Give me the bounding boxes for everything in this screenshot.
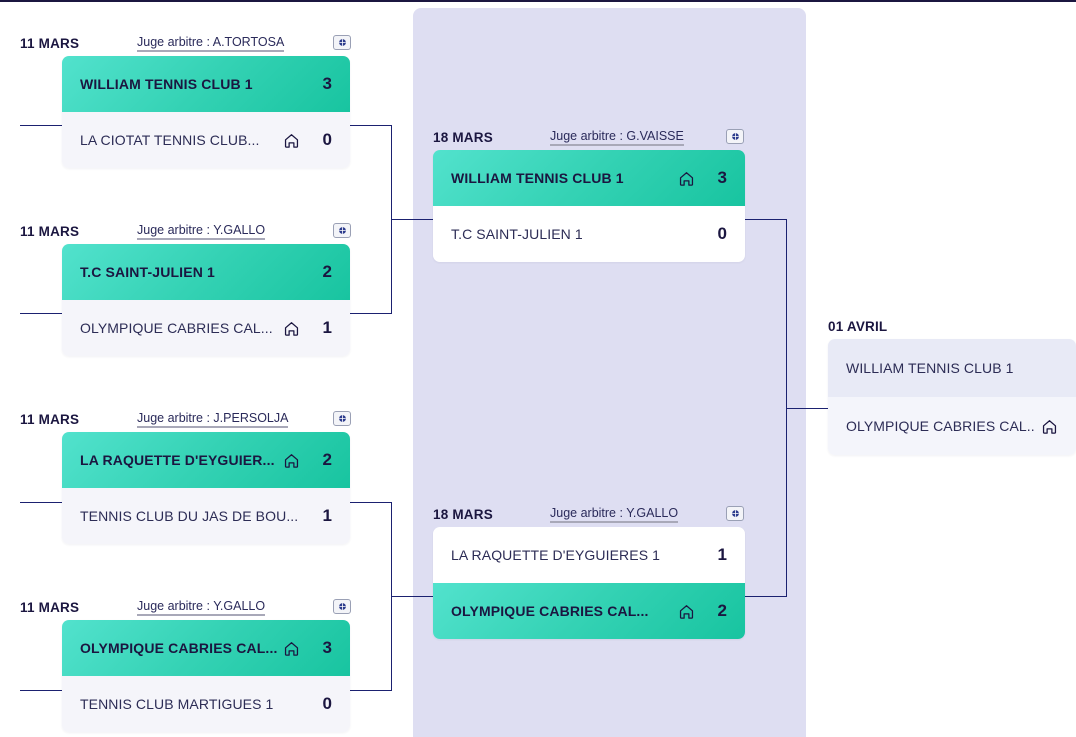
team-name: OLYMPIQUE CABRIES CAL... — [80, 640, 277, 656]
team-score: 2 — [717, 601, 727, 620]
team-row-bottom[interactable]: TENNIS CLUB DU JAS DE BOU... 1 — [62, 488, 350, 544]
match-card[interactable]: LA RAQUETTE D'EYGUIERES 1 1 OLYMPIQUE CA… — [433, 527, 745, 639]
home-icon — [678, 603, 695, 620]
match-referee[interactable]: Juge arbitre : G.VAISSE — [550, 129, 684, 146]
match-final[interactable]: 01 AVRIL WILLIAM TENNIS CLUB 1 OLYMPIQUE… — [828, 313, 1076, 455]
match-header: 01 AVRIL — [828, 313, 1076, 339]
team-row-top[interactable]: WILLIAM TENNIS CLUB 1 3 — [62, 56, 350, 112]
team-name: OLYMPIQUE CABRIES CAL... — [80, 320, 273, 336]
team-row-bottom[interactable]: OLYMPIQUE CABRIES CAL... 1 — [62, 300, 350, 356]
team-name: T.C SAINT-JULIEN 1 — [451, 226, 583, 242]
match-semifinal-2[interactable]: 18 MARS Juge arbitre : Y.GALLO LA RAQUET… — [433, 501, 763, 639]
match-date: 18 MARS — [433, 129, 493, 145]
match-semifinal-1[interactable]: 18 MARS Juge arbitre : G.VAISSE WILLIAM … — [433, 124, 763, 262]
match-card[interactable]: LA RAQUETTE D'EYGUIER... 2 TENNIS CLUB D… — [62, 432, 350, 544]
match-quarterfinal-3[interactable]: 11 MARS Juge arbitre : J.PERSOLJA LA RAQ… — [20, 406, 351, 544]
team-score: 3 — [322, 638, 332, 657]
team-name: OLYMPIQUE CABRIES CAL... — [846, 418, 1035, 434]
match-card[interactable]: T.C SAINT-JULIEN 1 2 OLYMPIQUE CABRIES C… — [62, 244, 350, 356]
media-thumbnail-icon[interactable] — [333, 599, 351, 614]
team-row-top[interactable]: T.C SAINT-JULIEN 1 2 — [62, 244, 350, 300]
match-card[interactable]: OLYMPIQUE CABRIES CAL... 3 TENNIS CLUB M… — [62, 620, 350, 732]
team-score: 0 — [717, 224, 727, 243]
connector-qf4-arm — [350, 690, 392, 691]
team-score: 0 — [322, 130, 332, 149]
match-header: 11 MARS Juge arbitre : J.PERSOLJA — [20, 406, 351, 432]
match-card[interactable]: WILLIAM TENNIS CLUB 1 OLYMPIQUE CABRIES … — [828, 339, 1076, 455]
media-thumbnail-icon[interactable] — [333, 35, 351, 50]
team-name: T.C SAINT-JULIEN 1 — [80, 264, 215, 280]
team-name: WILLIAM TENNIS CLUB 1 — [451, 170, 624, 186]
match-quarterfinal-1[interactable]: 11 MARS Juge arbitre : A.TORTOSA WILLIAM… — [20, 30, 351, 168]
team-row-bottom[interactable]: OLYMPIQUE CABRIES CAL... 2 — [433, 583, 745, 639]
match-quarterfinal-4[interactable]: 11 MARS Juge arbitre : Y.GALLO OLYMPIQUE… — [20, 594, 351, 732]
home-icon — [283, 320, 300, 337]
match-date: 01 AVRIL — [828, 318, 888, 334]
team-row-top[interactable]: WILLIAM TENNIS CLUB 1 3 — [433, 150, 745, 206]
team-name: LA RAQUETTE D'EYGUIERES 1 — [451, 547, 661, 563]
connector-sf2-feed — [391, 596, 434, 597]
match-header: 18 MARS Juge arbitre : Y.GALLO — [433, 501, 745, 527]
team-row-bottom[interactable]: LA CIOTAT TENNIS CLUB... 0 — [62, 112, 350, 168]
match-quarterfinal-2[interactable]: 11 MARS Juge arbitre : Y.GALLO T.C SAINT… — [20, 218, 351, 356]
home-icon — [678, 170, 695, 187]
team-row-top[interactable]: LA RAQUETTE D'EYGUIER... 2 — [62, 432, 350, 488]
match-header: 11 MARS Juge arbitre : A.TORTOSA — [20, 30, 351, 56]
connector-qf1-arm — [350, 125, 392, 126]
connector-final-feed — [786, 408, 829, 409]
media-thumbnail-icon[interactable] — [726, 506, 744, 521]
home-icon — [283, 640, 300, 657]
connector-qf2-arm — [350, 313, 392, 314]
team-name: LA CIOTAT TENNIS CLUB... — [80, 132, 260, 148]
home-icon — [1041, 418, 1058, 435]
match-header: 11 MARS Juge arbitre : Y.GALLO — [20, 218, 351, 244]
match-date: 11 MARS — [20, 223, 80, 239]
home-icon — [283, 452, 300, 469]
team-name: WILLIAM TENNIS CLUB 1 — [80, 76, 253, 92]
team-name: WILLIAM TENNIS CLUB 1 — [846, 360, 1014, 376]
team-name: TENNIS CLUB DU JAS DE BOU... — [80, 508, 299, 524]
match-date: 11 MARS — [20, 411, 80, 427]
team-row-bottom[interactable]: T.C SAINT-JULIEN 1 0 — [433, 206, 745, 262]
connector-sf1-feed — [391, 219, 434, 220]
team-score: 2 — [322, 262, 332, 281]
team-score: 1 — [322, 318, 332, 337]
match-referee[interactable]: Juge arbitre : J.PERSOLJA — [137, 411, 289, 428]
team-name: LA RAQUETTE D'EYGUIER... — [80, 452, 275, 468]
match-header: 11 MARS Juge arbitre : Y.GALLO — [20, 594, 351, 620]
media-thumbnail-icon[interactable] — [333, 223, 351, 238]
team-score: 3 — [717, 168, 727, 187]
match-date: 18 MARS — [433, 506, 493, 522]
match-card[interactable]: WILLIAM TENNIS CLUB 1 3 LA CIOTAT TENNIS… — [62, 56, 350, 168]
match-header: 18 MARS Juge arbitre : G.VAISSE — [433, 124, 745, 150]
match-referee[interactable]: Juge arbitre : Y.GALLO — [550, 506, 679, 523]
team-name: TENNIS CLUB MARTIGUES 1 — [80, 696, 274, 712]
media-thumbnail-icon[interactable] — [333, 411, 351, 426]
connector-qf3-arm — [350, 502, 392, 503]
media-thumbnail-icon[interactable] — [726, 129, 744, 144]
match-referee[interactable]: Juge arbitre : Y.GALLO — [137, 599, 266, 616]
team-score: 0 — [322, 694, 332, 713]
team-score: 1 — [717, 545, 727, 564]
team-row-top[interactable]: OLYMPIQUE CABRIES CAL... 3 — [62, 620, 350, 676]
match-date: 11 MARS — [20, 35, 80, 51]
top-accent-rule — [0, 0, 1076, 2]
team-row-bottom[interactable]: TENNIS CLUB MARTIGUES 1 0 — [62, 676, 350, 732]
home-icon — [283, 132, 300, 149]
team-row-bottom[interactable]: OLYMPIQUE CABRIES CAL... — [828, 397, 1076, 455]
match-referee[interactable]: Juge arbitre : A.TORTOSA — [137, 35, 285, 52]
team-score: 3 — [322, 74, 332, 93]
team-row-top[interactable]: LA RAQUETTE D'EYGUIERES 1 1 — [433, 527, 745, 583]
team-score: 2 — [322, 450, 332, 469]
match-date: 11 MARS — [20, 599, 80, 615]
team-row-top[interactable]: WILLIAM TENNIS CLUB 1 — [828, 339, 1076, 397]
team-score: 1 — [322, 506, 332, 525]
match-referee[interactable]: Juge arbitre : Y.GALLO — [137, 223, 266, 240]
match-card[interactable]: WILLIAM TENNIS CLUB 1 3 T.C SAINT-JULIEN… — [433, 150, 745, 262]
team-name: OLYMPIQUE CABRIES CAL... — [451, 603, 649, 619]
